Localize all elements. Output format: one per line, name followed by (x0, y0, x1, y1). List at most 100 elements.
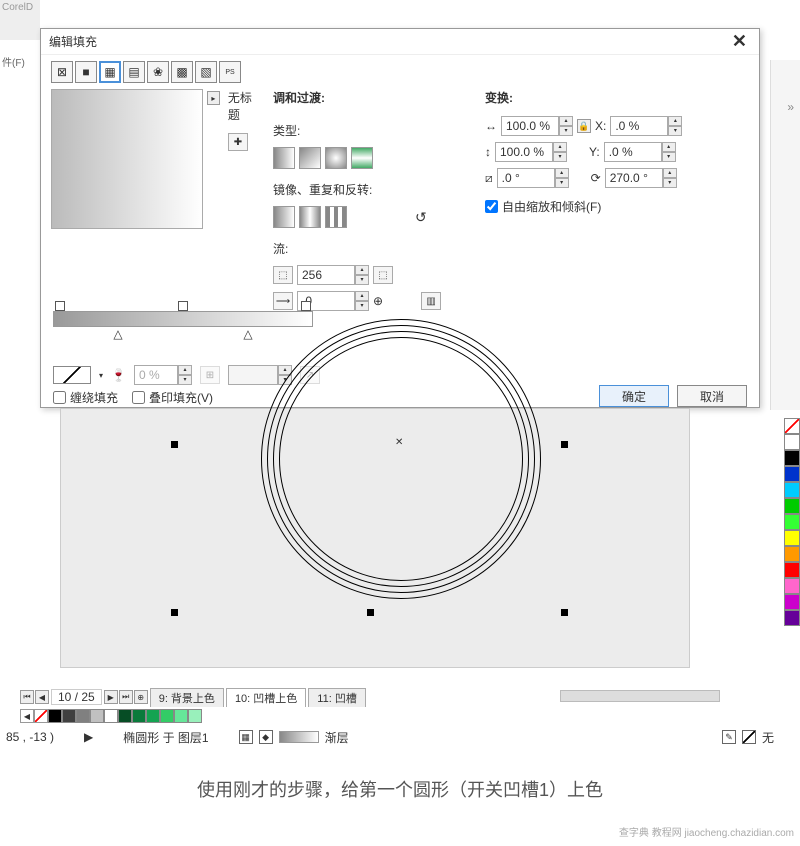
fill-postscript-icon[interactable]: PS (219, 61, 241, 83)
palette-swatch[interactable] (784, 594, 800, 610)
smooth-icon[interactable]: ▥ (421, 292, 441, 310)
free-scale-checkbox[interactable] (485, 200, 498, 213)
gradient-stop-end[interactable] (301, 301, 311, 311)
type-conical-icon[interactable] (325, 147, 347, 169)
palette-swatch[interactable] (104, 709, 118, 723)
wrap-fill-checkbox[interactable] (53, 391, 66, 404)
page-tab-11[interactable]: 11: 凹槽 (308, 688, 366, 707)
skew-spinner[interactable]: ▴▾ (497, 168, 569, 188)
palette-swatch[interactable] (784, 466, 800, 482)
page-next-button[interactable]: ▶ (104, 690, 118, 704)
palette-swatch[interactable] (118, 709, 132, 723)
outline-none-icon[interactable] (742, 730, 756, 744)
fill-none-icon[interactable]: ⊠ (51, 61, 73, 83)
page-tab-10[interactable]: 10: 凹槽上色 (226, 688, 306, 707)
height-spinner[interactable]: ▴▾ (495, 142, 567, 162)
fill-bitmap-icon[interactable]: ▧ (195, 61, 217, 83)
page-counter[interactable]: 10 / 25 (51, 689, 102, 705)
palette-swatch[interactable] (174, 709, 188, 723)
palette-swatch[interactable] (784, 530, 800, 546)
node-opacity-input[interactable] (134, 365, 178, 385)
y-input[interactable] (604, 142, 662, 162)
fill-twocolor-icon[interactable]: ❀ (147, 61, 169, 83)
node-color-swatch[interactable] (53, 366, 91, 384)
rotate-input[interactable] (605, 168, 663, 188)
ok-button[interactable]: 确定 (599, 385, 669, 407)
palette-swatch[interactable] (784, 610, 800, 626)
node-pos-spinner[interactable]: ▴▾ (228, 365, 292, 385)
palette-swatch[interactable] (48, 709, 62, 723)
palette-swatch[interactable] (76, 709, 90, 723)
palette-swatch[interactable] (132, 709, 146, 723)
ellipse-shape[interactable] (279, 337, 523, 581)
palette-swatch[interactable] (188, 709, 202, 723)
page-first-button[interactable]: ⏮ (20, 690, 34, 704)
repeat-repeat-icon[interactable] (325, 206, 347, 228)
palette-swatch[interactable] (146, 709, 160, 723)
x-spinner[interactable]: ▴▾ (610, 116, 682, 136)
y-spinner[interactable]: ▴▾ (604, 142, 676, 162)
scale-lock-icon[interactable]: 🔒 (577, 119, 591, 133)
drawing-canvas[interactable]: ✕ (60, 408, 690, 668)
palette-swatch[interactable] (160, 709, 174, 723)
steps-input[interactable] (297, 265, 355, 285)
height-input[interactable] (495, 142, 553, 162)
selection-handle[interactable] (171, 441, 178, 448)
close-button[interactable]: ✕ (728, 31, 751, 52)
palette-swatch[interactable] (784, 498, 800, 514)
width-input[interactable] (501, 116, 559, 136)
palette-swatch[interactable] (90, 709, 104, 723)
page-prev-button[interactable]: ◀ (35, 690, 49, 704)
reverse-icon[interactable]: ↺ (415, 209, 427, 226)
palette-swatch[interactable] (784, 546, 800, 562)
gradient-stop-mid[interactable] (178, 301, 188, 311)
repeat-default-icon[interactable] (273, 206, 295, 228)
selection-handle[interactable] (561, 441, 568, 448)
fill-indicator-icon[interactable]: ▦ (239, 730, 253, 744)
selection-handle[interactable] (561, 609, 568, 616)
save-preset-icon[interactable]: ✚ (228, 133, 248, 151)
cancel-button[interactable]: 取消 (677, 385, 747, 407)
fill-pattern-icon[interactable]: ▤ (123, 61, 145, 83)
gradient-bar[interactable] (53, 311, 313, 327)
type-elliptical-icon[interactable] (299, 147, 321, 169)
play-icon[interactable]: ▶ (84, 730, 93, 744)
page-tab-9[interactable]: 9: 背景上色 (150, 688, 224, 707)
overprint-checkbox[interactable] (132, 391, 145, 404)
outline-pen-icon[interactable]: ✎ (722, 730, 736, 744)
palette-swatch[interactable] (784, 450, 800, 466)
width-spinner[interactable]: ▴▾ (501, 116, 573, 136)
node-opacity-spinner[interactable]: ▴▾ (134, 365, 192, 385)
outline-indicator-icon[interactable]: ◆ (259, 730, 273, 744)
palette-swatch[interactable] (784, 482, 800, 498)
preset-dropdown-arrow-icon[interactable]: ▸ (207, 91, 220, 105)
type-linear-icon[interactable] (273, 147, 295, 169)
rotate-spinner[interactable]: ▴▾ (605, 168, 677, 188)
fill-texture-icon[interactable]: ▩ (171, 61, 193, 83)
repeat-mirror-icon[interactable] (299, 206, 321, 228)
selection-handle[interactable] (171, 609, 178, 616)
palette-swatch[interactable] (62, 709, 76, 723)
fill-preview[interactable] (51, 89, 203, 229)
type-rectangular-icon[interactable] (351, 147, 373, 169)
steps-lock-icon[interactable]: ⬚ (373, 266, 393, 284)
page-add-button[interactable]: ⊕ (134, 690, 148, 704)
horizontal-scrollbar[interactable] (560, 690, 720, 702)
fill-fountain-icon[interactable]: ▦ (99, 61, 121, 83)
steps-spinner[interactable]: ▴▾ (297, 265, 369, 285)
skew-input[interactable] (497, 168, 555, 188)
palette-scroll-left-icon[interactable]: ◀ (20, 709, 34, 723)
docker-expand-icon[interactable]: » (787, 100, 794, 114)
node-pos-icon[interactable]: ⊞ (200, 366, 220, 384)
menu-file[interactable]: 件(F) (2, 54, 38, 69)
palette-swatch[interactable] (784, 562, 800, 578)
accel-mid-icon[interactable]: ⊕ (373, 294, 383, 308)
x-input[interactable] (610, 116, 668, 136)
palette-no-color-icon[interactable] (34, 709, 48, 723)
palette-swatch[interactable] (784, 514, 800, 530)
fill-uniform-icon[interactable]: ■ (75, 61, 97, 83)
palette-no-color-icon[interactable] (784, 418, 800, 434)
palette-swatch[interactable] (784, 434, 800, 450)
fill-swatch[interactable] (279, 731, 319, 743)
selection-handle[interactable] (367, 609, 374, 616)
